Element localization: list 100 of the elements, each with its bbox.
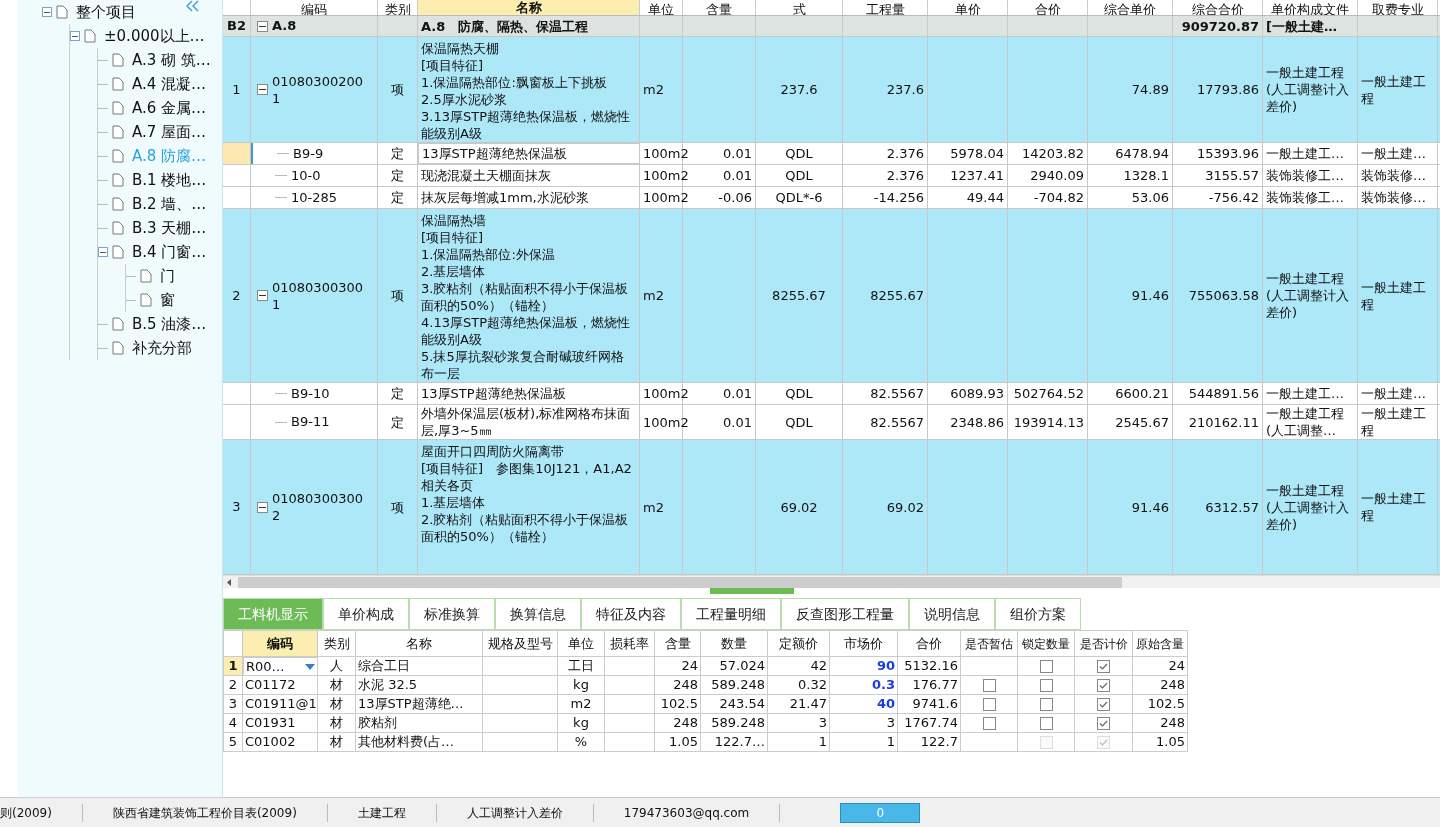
table-row[interactable]: 1 R00… 人 综合工日 工日 24 57.024 42 90 5132.16 24	[224, 657, 1188, 676]
collapse-toggle-icon[interactable]	[257, 84, 268, 95]
row-number[interactable]: 5	[224, 733, 243, 752]
tab[interactable]: 工程量明细	[681, 598, 781, 630]
table-row[interactable]: B9-9 定 13厚STP超薄绝热保温板 100m2 0.01 QDL 2.376 5978.04 14203.82 6478.94 15393.96 一般土建工… 一般土建…	[223, 143, 1440, 165]
code-cell-text: 010803002001	[272, 72, 364, 107]
table-cell-text: 42	[810, 657, 827, 676]
scrollbar-thumb[interactable]	[238, 576, 1122, 588]
table-cell: 1328.1	[1123, 167, 1169, 184]
table-row[interactable]: 10-285 定 抹灰层每增减1mm,水泥砂浆 100m2 -0.06 QDL*-6 -14.256 49.44 -704.82 53.06 -756.42 装饰装修工… 装饰装修…	[223, 187, 1440, 209]
collapse-toggle-icon[interactable]	[257, 290, 268, 301]
table-cell-text: 589.248	[711, 714, 765, 733]
collapse-toggle-icon[interactable]	[42, 7, 52, 17]
checkbox[interactable]	[1097, 659, 1110, 673]
name-text: 保温隔热天棚	[421, 40, 500, 57]
tree-item[interactable]: B.4 门窗…	[132, 240, 207, 264]
table-cell: 定	[391, 167, 404, 184]
table-cell: 0.01	[723, 385, 752, 402]
document-icon	[112, 221, 124, 235]
table-row[interactable]: B2 A.8 A.8 防腐、隔热、保温工程 909720.87 [一般土建…	[223, 16, 1440, 37]
table-cell: QDL	[785, 413, 813, 431]
table-cell-text: 13厚STP超薄绝…	[358, 695, 464, 714]
table-cell: 6312.57	[1205, 498, 1259, 516]
collapse-toggle-icon[interactable]	[257, 501, 268, 513]
table-cell: 237.6	[886, 81, 924, 98]
tree-item[interactable]: B.5 油漆…	[132, 312, 207, 336]
checkbox[interactable]	[1039, 659, 1053, 673]
code-cell-text: A.8	[272, 17, 297, 36]
name-text: 屋面开口四周防火隔离带	[421, 443, 565, 460]
tab[interactable]: 说明信息	[909, 598, 995, 630]
table-cell: 2348.86	[950, 413, 1004, 431]
table-cell: 193914.13	[1013, 413, 1084, 431]
checkbox[interactable]	[1039, 678, 1053, 692]
dropdown-caret-icon[interactable]	[305, 663, 315, 670]
tab[interactable]: 特征及内容	[581, 598, 681, 630]
checkbox[interactable]	[982, 678, 996, 692]
checkbox[interactable]	[982, 697, 996, 711]
code-cell-text: C01172	[245, 676, 296, 695]
table-row[interactable]: B9-10 定 13厚STP超薄绝热保温板 100m2 0.01 QDL 82.5567 6089.93 502764.52 6600.21 544891.56 一般土建工… 一般土建…	[223, 383, 1440, 405]
table-cell-text: 3	[886, 714, 895, 733]
table-cell: 5978.04	[950, 145, 1004, 162]
checkbox[interactable]	[1097, 678, 1110, 692]
table-cell-text: 工日	[568, 657, 594, 676]
table-cell: 装饰装修…	[1361, 167, 1426, 184]
table-row[interactable]: 3 C01911@1 材 13厚STP超薄绝… m2 102.5 243.54 21.47 40 9741.6 102.5	[224, 695, 1188, 714]
row-number[interactable]: 1	[224, 657, 243, 676]
table-cell: 0.01	[723, 413, 752, 431]
tab[interactable]: 换算信息	[495, 598, 581, 630]
checkbox[interactable]	[982, 716, 996, 730]
tab[interactable]: 标准换算	[409, 598, 495, 630]
name-text: 2.基层墙体	[421, 263, 487, 280]
tree-item[interactable]: 补充分部	[132, 336, 192, 360]
tree-item[interactable]: A.7 屋面…	[132, 120, 207, 144]
tree-item[interactable]: ±0.000以上…	[104, 24, 205, 48]
code-cell-text: 010803003001	[272, 278, 364, 313]
tree-item[interactable]: B.3 天棚…	[132, 216, 207, 240]
tree-item[interactable]: B.2 墙、…	[132, 192, 207, 216]
table-cell-text: 9741.6	[912, 695, 958, 714]
table-cell: 15393.96	[1196, 145, 1259, 162]
tree-item[interactable]: 门	[160, 264, 175, 288]
code-cell-text: 10-285	[291, 188, 338, 207]
tab[interactable]: 单价构成	[323, 598, 409, 630]
checkbox[interactable]	[1039, 697, 1053, 711]
tab[interactable]: 组价方案	[995, 598, 1081, 630]
tree-item[interactable]: A.4 混凝…	[132, 72, 207, 96]
checkbox[interactable]	[1097, 716, 1110, 730]
collapse-toggle-icon[interactable]	[70, 31, 80, 41]
checkbox[interactable]	[1039, 716, 1053, 730]
status-item: 179473603@qq.com	[593, 803, 781, 822]
collapse-toggle-icon[interactable]	[257, 20, 268, 32]
name-text: 4.13厚STP超薄绝热保温板，燃烧性能级别A级	[421, 314, 631, 348]
table-cell-text: 一般土建工程	[1361, 278, 1427, 313]
tab[interactable]: 反查图形工程量	[781, 598, 909, 630]
tree-item[interactable]: A.3 砌 筑…	[132, 48, 211, 72]
splitter-handle[interactable]	[709, 588, 794, 594]
name-text: 保温隔热墙	[421, 212, 487, 229]
table-cell-text: 243.54	[719, 695, 765, 714]
tree-item[interactable]: A.6 金属…	[132, 96, 207, 120]
horizontal-scrollbar[interactable]	[223, 575, 1440, 588]
tree-item[interactable]: 整个项目	[76, 0, 136, 24]
table-row[interactable]: 2 C01172 材 水泥 32.5 kg 248 589.248 0.32 0.3 176.77 248	[224, 676, 1188, 695]
table-cell: 8255.67	[772, 287, 826, 304]
column-header[interactable]: 名称	[418, 0, 640, 15]
table-row[interactable]: 10-0 定 现浇混凝土天棚面抹灰 100m2 0.01 QDL 2.376 1237.41 2940.09 1328.1 3155.57 装饰装修工… 装饰装修…	[223, 165, 1440, 187]
document-icon	[112, 101, 124, 115]
table-cell: 项	[391, 498, 404, 516]
table-cell-text: 一般土建工程	[1361, 72, 1427, 107]
tree-item[interactable]: 窗	[160, 288, 175, 312]
table-row[interactable]: 4 C01931 材 胶粘剂 kg 248 589.248 3 3 1767.74 248	[224, 714, 1188, 733]
tree-item[interactable]: B.1 楼地…	[132, 168, 207, 192]
checkbox[interactable]	[1097, 697, 1110, 711]
table-row[interactable]: 5 C01002 材 其他材料费(占… % 1.05 122.7… 1 1 122.7 1.05	[224, 733, 1188, 752]
table-cell: 755063.58	[1188, 287, 1259, 304]
collapse-toggle-icon[interactable]	[98, 247, 108, 257]
table-cell-text: 1.05	[669, 733, 698, 752]
status-counter: 0	[840, 802, 921, 823]
collapse-sidebar-icon[interactable]	[186, 0, 200, 12]
document-icon	[140, 293, 152, 307]
column-header[interactable]: 编码	[243, 631, 318, 657]
table-cell: 1237.41	[950, 167, 1004, 184]
